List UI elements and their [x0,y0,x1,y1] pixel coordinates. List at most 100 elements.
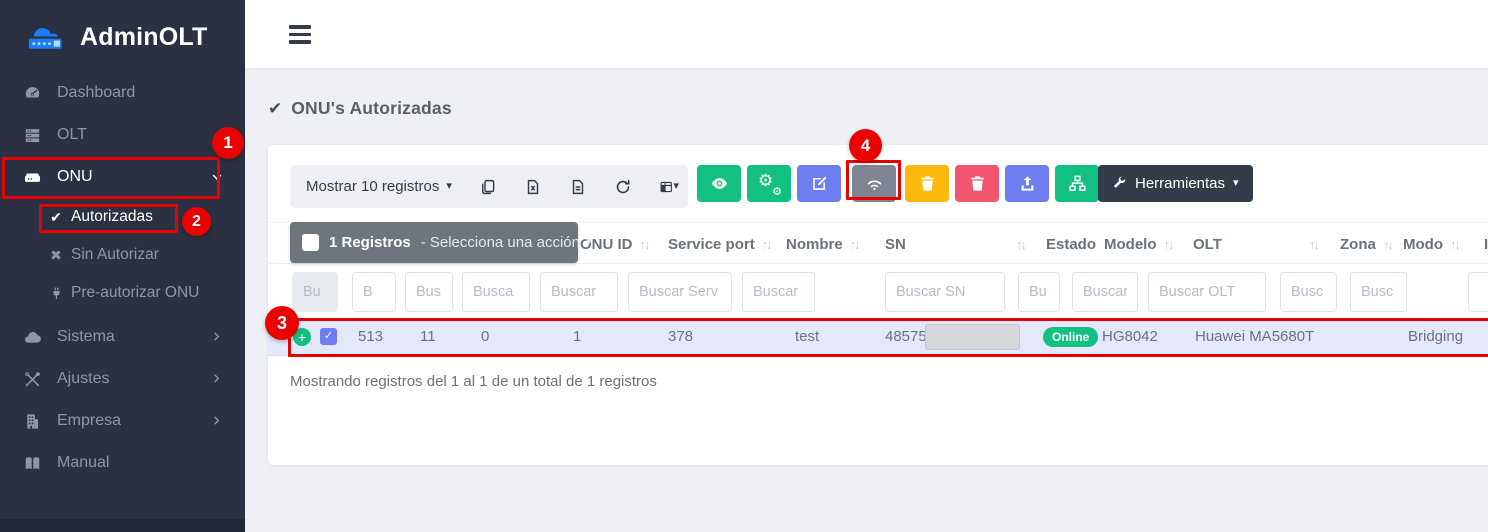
selected-count: 1 Registros [329,234,411,251]
app-logo[interactable]: AdminOLT [0,0,245,71]
search-service-port-input[interactable] [628,272,732,312]
sort-icon: ↑↓ [1016,237,1025,252]
gears-icon: ⚙⚙ [758,174,780,194]
onu-device-icon [22,167,42,187]
search-zona-input[interactable] [1280,272,1337,312]
search-port-input[interactable] [405,272,453,312]
select-action-dropdown[interactable]: - Selecciona una acción ▾ [421,234,592,251]
sidebar-item-pre-autorizar[interactable]: Pre-autorizar ONU [0,274,245,312]
building-icon [22,411,42,431]
column-header-zona[interactable]: Zona↑↓ [1340,223,1392,265]
cell-nombre: test [795,318,819,356]
column-header-service-port[interactable]: Service port↑↓ [668,223,771,265]
sidebar-item-onu[interactable]: ONU [0,156,245,198]
table-info-text: Mostrando registros del 1 al 1 de un tot… [290,373,657,390]
caret-down-icon: ▾ [673,181,679,192]
sort-icon: ↑↓ [640,237,649,252]
network-map-button[interactable] [1055,165,1099,202]
sidebar-item-dashboard[interactable]: Dashboard [0,72,245,114]
search-board-input[interactable] [352,272,396,312]
check-icon: ✔ [48,209,64,226]
copy-icon [479,178,497,196]
chevron-right-icon [211,373,223,385]
caret-down-icon: ▾ [446,181,452,192]
trash-icon [968,174,987,193]
column-header-modo[interactable]: Modo↑↓ [1403,223,1459,265]
search-extra-input[interactable] [1468,272,1488,312]
annotation-badge-1: 1 [212,127,244,159]
column-header-sn[interactable]: SN↑↓ [885,223,1025,265]
wifi-config-button[interactable] [852,165,896,202]
tools-dropdown-button[interactable]: Herramientas ▾ [1098,165,1253,202]
upload-icon [1018,174,1037,193]
chevron-down-icon [211,171,223,183]
sort-icon: ↑↓ [1164,237,1173,252]
eye-icon [710,174,729,193]
search-modelo-input[interactable] [1072,272,1138,312]
onu-table-card: Mostrar 10 registros ▾ ▾ [268,145,1488,465]
sidebar-subitem-label: Pre-autorizar ONU [71,284,199,302]
search-modo-input[interactable] [1350,272,1407,312]
cell-service-port: 378 [668,318,693,356]
force-delete-onu-button[interactable] [955,165,999,202]
menu-toggle-button[interactable] [289,25,311,44]
refresh-button[interactable] [614,177,632,197]
refresh-icon [614,178,632,196]
search-onu-id-input[interactable] [462,272,530,312]
search-id-input [292,272,338,312]
edit-onu-button[interactable] [797,165,841,202]
sitemap-icon [1068,174,1087,193]
selection-action-bar: 1 Registros - Selecciona una acción ▾ [290,222,578,263]
export-file-button[interactable] [569,177,587,197]
caret-down-icon: ▾ [586,237,592,248]
delete-onu-button[interactable] [905,165,949,202]
row-checkbox[interactable]: ✓ [320,328,337,345]
upload-button[interactable] [1005,165,1049,202]
sidebar-item-sin-autorizar[interactable]: ✖ Sin Autorizar [0,236,245,274]
column-header-nombre[interactable]: Nombre↑↓ [786,223,859,265]
view-onu-button[interactable] [697,165,741,202]
show-entries-select[interactable]: Mostrar 10 registros ▾ [306,178,452,195]
logo-text: AdminOLT [80,23,208,52]
configure-onu-button[interactable]: ⚙⚙ [747,165,791,202]
column-header-olt[interactable]: OLT↑↓ [1193,223,1318,265]
table-toolbar-group: Mostrar 10 registros ▾ ▾ [290,165,688,208]
copy-button[interactable] [479,177,497,197]
sidebar-item-olt[interactable]: OLT [0,114,245,156]
tools-icon [22,369,42,389]
columns-visibility-button[interactable]: ▾ [659,177,679,197]
select-all-checkbox[interactable] [302,234,319,251]
x-icon: ✖ [48,247,64,264]
sidebar-item-label: Empresa [57,412,121,430]
search-sn-input[interactable] [885,272,1005,312]
sidebar-item-ajustes[interactable]: Ajustes [0,358,245,400]
sidebar-item-label: Dashboard [57,84,135,102]
search-estado-input[interactable] [1018,272,1060,312]
sidebar-item-label: Sistema [57,328,115,346]
column-header-estado[interactable]: Estado [1046,223,1096,265]
chevron-right-icon [211,415,223,427]
cell-modo: Bridging [1408,318,1463,356]
annotation-badge-3: 3 [265,306,299,340]
edit-icon [810,174,829,193]
status-badge: Online [1043,327,1098,347]
sort-icon: ↑↓ [1450,237,1459,252]
search-nombre-input[interactable] [742,272,815,312]
table-row[interactable]: + ✓ 513 11 0 1 378 test 485754 Online HG… [268,318,1488,356]
cloud-icon [22,327,42,347]
sort-icon: ↑↓ [762,237,771,252]
search-input[interactable] [540,272,618,312]
search-olt-input[interactable] [1148,272,1266,312]
sidebar-item-label: OLT [57,126,87,144]
column-header-cut[interactable]: I [1484,223,1488,265]
export-excel-button[interactable] [524,177,542,197]
column-header-modelo[interactable]: Modelo↑↓ [1104,223,1173,265]
sidebar-item-manual[interactable]: Manual [0,442,245,484]
page-title: ONU's Autorizadas [291,98,452,119]
annotation-badge-2: 2 [182,207,211,236]
sidebar-item-sistema[interactable]: Sistema [0,316,245,358]
cell-port: 0 [481,318,489,356]
sidebar-item-empresa[interactable]: Empresa [0,400,245,442]
tools-label: Herramientas [1135,175,1225,192]
sidebar-item-label: Ajustes [57,370,109,388]
